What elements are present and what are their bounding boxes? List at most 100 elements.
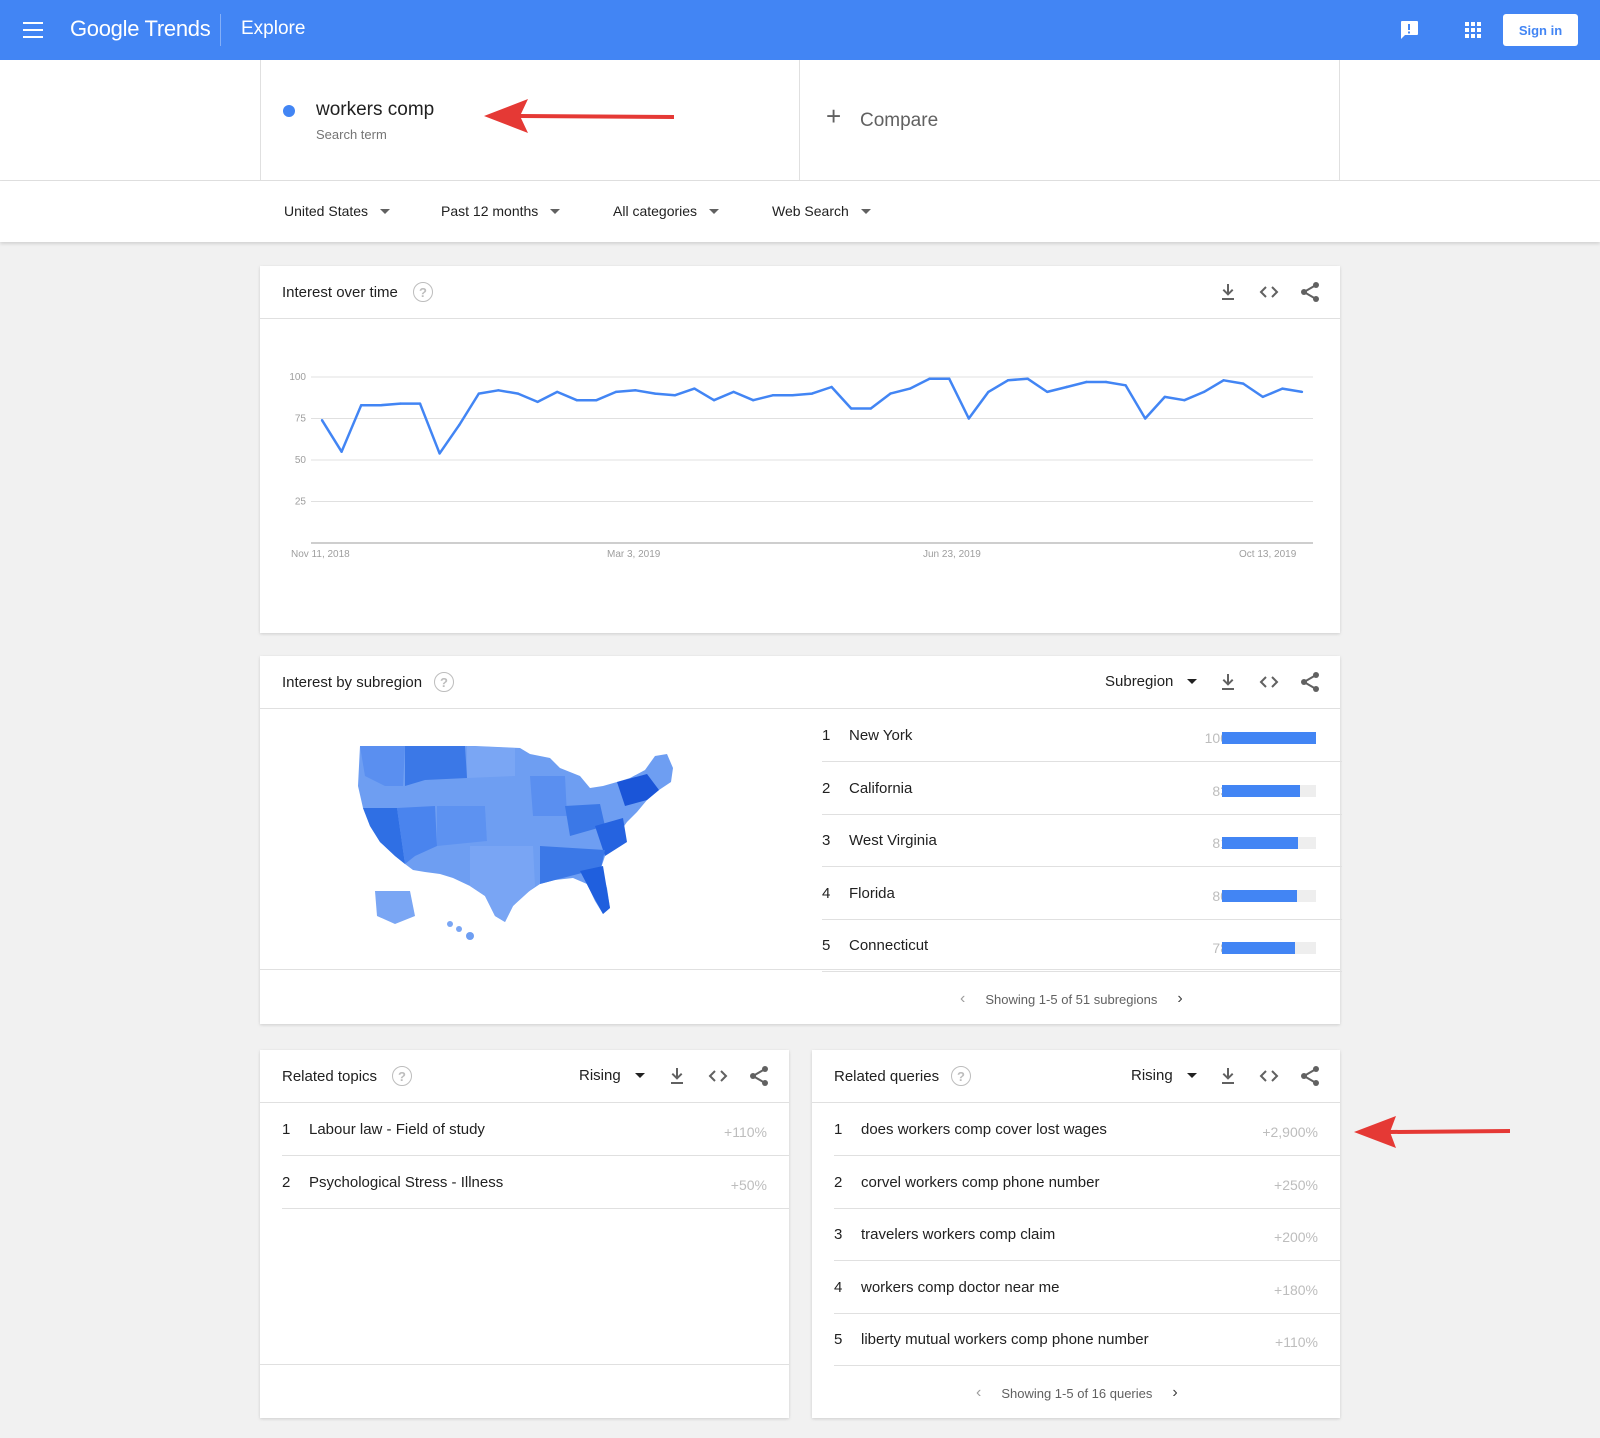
card-header: Related queries ? Rising	[812, 1050, 1340, 1103]
term-color-dot	[283, 105, 295, 117]
chevron-left-icon[interactable]: ‹	[960, 990, 965, 1008]
data-point	[810, 392, 814, 395]
value-bar-track	[1222, 784, 1316, 797]
share-icon[interactable]	[1298, 670, 1322, 694]
help-icon[interactable]: ?	[951, 1066, 971, 1086]
card-title: Related queries	[834, 1068, 940, 1085]
top-app-bar: Google Trends Explore Sign in	[0, 0, 1600, 60]
interest-over-time-chart: 25 50 75 100 Nov 11, 2018 Mar 3, 2019 Jun 23,…	[289, 372, 1313, 560]
mode-label: Rising	[579, 1067, 621, 1084]
related-queries-mode-dropdown[interactable]: Rising	[1131, 1067, 1197, 1084]
download-icon[interactable]	[1216, 670, 1240, 694]
subregion-row[interactable]: 4 Florida 80	[822, 868, 1342, 920]
row-rank: 2	[834, 1173, 843, 1191]
subregion-name[interactable]: New York	[849, 727, 912, 744]
subregion-row[interactable]: 3 West Virginia 81	[822, 815, 1342, 867]
data-point	[830, 385, 833, 389]
chevron-left-icon[interactable]: ‹	[976, 1384, 981, 1402]
related-topic-row[interactable]: 2 Psychological Stress - Illness +50%	[282, 1157, 789, 1209]
subregion-row[interactable]: 5 Connecticut 78	[822, 920, 1342, 972]
subregion-row[interactable]: 1 New York 100	[822, 710, 1342, 762]
related-topic-change: +50%	[730, 1176, 767, 1193]
data-point	[889, 392, 892, 395]
subregion-pager: ‹ Showing 1-5 of 51 subregions ›	[960, 990, 1183, 1008]
chevron-down-icon	[709, 208, 720, 214]
search-term-name[interactable]: workers comp	[316, 99, 434, 121]
share-icon[interactable]	[1298, 280, 1322, 304]
google-trends-logo[interactable]: Google Trends	[70, 16, 211, 42]
subregion-name[interactable]: Florida	[849, 885, 895, 902]
help-icon[interactable]: ?	[413, 282, 433, 302]
related-query-change: +110%	[1275, 1334, 1318, 1350]
related-query-row[interactable]: 1 does workers comp cover lost wages +2,90…	[834, 1104, 1340, 1156]
data-point	[1085, 380, 1088, 384]
embed-code-icon[interactable]	[706, 1064, 730, 1088]
category-filter-dropdown[interactable]: All categories	[613, 203, 720, 219]
interest-over-time-card: Interest over time ? 25 50 75 100 Nov 11, 2…	[260, 266, 1340, 633]
related-query-name[interactable]: corvel workers comp phone number	[861, 1174, 1099, 1191]
compare-button[interactable]: + Compare	[800, 60, 1340, 181]
embed-code-icon[interactable]	[1257, 1064, 1281, 1088]
share-icon[interactable]	[747, 1064, 771, 1088]
related-topic-name[interactable]: Psychological Stress - Illness	[309, 1174, 503, 1191]
apps-grid-icon[interactable]	[1461, 18, 1485, 42]
data-point	[438, 452, 441, 455]
row-rank: 2	[822, 779, 831, 797]
help-icon[interactable]: ?	[434, 672, 454, 692]
related-query-name[interactable]: travelers workers comp claim	[861, 1226, 1055, 1243]
time-filter-dropdown[interactable]: Past 12 months	[441, 203, 561, 219]
sign-in-button[interactable]: Sign in	[1503, 14, 1578, 46]
page-title: Explore	[241, 18, 306, 39]
data-point	[418, 402, 422, 405]
geo-filter-dropdown[interactable]: United States	[284, 203, 391, 219]
chevron-right-icon[interactable]: ›	[1172, 1384, 1177, 1402]
annotation-arrow-left	[484, 99, 675, 133]
related-query-row[interactable]: 3 travelers workers comp claim +200%	[834, 1209, 1340, 1261]
search-type-filter-dropdown[interactable]: Web Search	[772, 203, 871, 219]
subregion-name[interactable]: West Virginia	[849, 832, 937, 849]
related-topics-card: Related topics ? Rising 1 Labour law - Fi…	[260, 1050, 789, 1418]
search-terms-bar: workers comp Search term + Compare	[0, 60, 1600, 181]
related-topic-row[interactable]: 1 Labour law - Field of study +110%	[282, 1104, 789, 1156]
search-type-filter-label: Web Search	[772, 203, 849, 219]
feedback-icon[interactable]	[1397, 18, 1421, 42]
data-point	[1144, 417, 1147, 420]
download-icon[interactable]	[665, 1064, 689, 1088]
download-icon[interactable]	[1216, 1064, 1240, 1088]
related-query-name[interactable]: liberty mutual workers comp phone number	[861, 1331, 1149, 1348]
data-point	[1104, 380, 1108, 384]
chevron-right-icon[interactable]: ›	[1177, 990, 1182, 1008]
related-topic-name[interactable]: Labour law - Field of study	[309, 1121, 485, 1138]
value-bar-track	[1222, 942, 1316, 954]
related-query-name[interactable]: workers comp doctor near me	[861, 1279, 1059, 1296]
related-topics-mode-dropdown[interactable]: Rising	[579, 1067, 645, 1084]
help-icon[interactable]: ?	[392, 1066, 412, 1086]
embed-code-icon[interactable]	[1257, 280, 1281, 304]
download-icon[interactable]	[1216, 280, 1240, 304]
data-point	[1261, 395, 1264, 399]
row-rank: 1	[282, 1121, 291, 1138]
subregion-row[interactable]: 2 California 83	[822, 763, 1342, 815]
related-query-name[interactable]: does workers comp cover lost wages	[861, 1121, 1107, 1138]
data-point	[497, 389, 500, 392]
related-query-row[interactable]: 2 corvel workers comp phone number +250%	[834, 1157, 1340, 1209]
data-point	[987, 390, 990, 394]
menu-icon[interactable]	[23, 22, 43, 38]
data-point	[516, 392, 520, 395]
resolution-dropdown[interactable]: Subregion	[1105, 673, 1198, 690]
data-point	[791, 394, 794, 397]
related-query-row[interactable]: 5 liberty mutual workers comp phone numbe…	[834, 1314, 1340, 1366]
us-subregion-map[interactable]	[355, 746, 695, 946]
data-point	[752, 399, 755, 402]
subregion-name[interactable]: California	[849, 780, 912, 797]
value-bar-fill	[1222, 784, 1301, 797]
related-query-row[interactable]: 4 workers comp doctor near me +180%	[834, 1262, 1340, 1314]
share-icon[interactable]	[1298, 1064, 1322, 1088]
data-point	[1124, 384, 1127, 387]
embed-code-icon[interactable]	[1257, 670, 1281, 694]
subregion-name[interactable]: Connecticut	[849, 937, 928, 954]
card-header: Interest over time ?	[260, 266, 1340, 319]
row-rank: 3	[822, 832, 831, 849]
related-query-change: +180%	[1274, 1281, 1318, 1298]
value-bar-fill	[1222, 837, 1299, 849]
